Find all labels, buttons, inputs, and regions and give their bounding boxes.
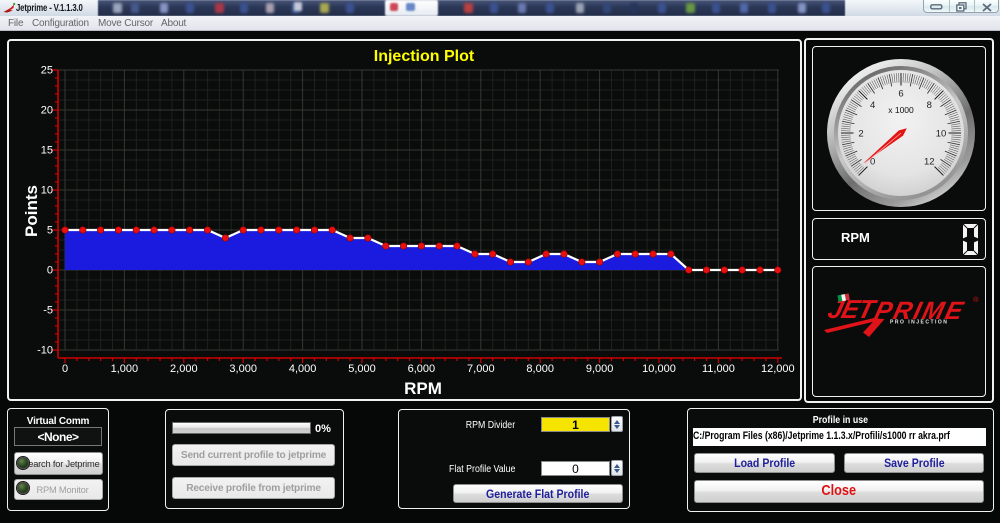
svg-text:5: 5 (47, 225, 53, 237)
svg-text:5,000: 5,000 (348, 363, 376, 375)
svg-text:7,000: 7,000 (467, 363, 495, 375)
svg-text:0: 0 (62, 363, 68, 375)
svg-text:8: 8 (927, 100, 932, 111)
svg-text:8,000: 8,000 (526, 363, 554, 375)
svg-text:10: 10 (41, 185, 53, 197)
svg-text:4,000: 4,000 (289, 363, 317, 375)
svg-text:20: 20 (41, 105, 53, 117)
svg-text:3,000: 3,000 (229, 363, 257, 375)
svg-text:12: 12 (924, 157, 935, 168)
svg-text:6: 6 (898, 88, 903, 99)
svg-text:x 1000: x 1000 (888, 105, 914, 115)
svg-text:®: ® (973, 295, 979, 304)
svg-text:25: 25 (41, 65, 53, 77)
svg-text:9,000: 9,000 (586, 363, 614, 375)
svg-text:2: 2 (858, 128, 863, 139)
svg-text:6,000: 6,000 (408, 363, 436, 375)
svg-text:1,000: 1,000 (111, 363, 139, 375)
svg-text:15: 15 (41, 145, 53, 157)
svg-text:-10: -10 (37, 345, 53, 357)
svg-text:10: 10 (936, 128, 947, 139)
svg-text:Injection Plot: Injection Plot (374, 48, 475, 65)
svg-text:11,000: 11,000 (702, 363, 735, 375)
svg-text:2,000: 2,000 (170, 363, 198, 375)
svg-text:RPM: RPM (404, 379, 442, 398)
svg-text:0: 0 (47, 265, 53, 277)
svg-text:PRO INJECTION: PRO INJECTION (890, 320, 948, 326)
svg-text:4: 4 (870, 100, 875, 111)
svg-text:-5: -5 (43, 305, 53, 317)
svg-text:10,000: 10,000 (642, 363, 676, 375)
svg-text:Points: Points (22, 185, 41, 237)
svg-text:12,000: 12,000 (761, 363, 795, 375)
